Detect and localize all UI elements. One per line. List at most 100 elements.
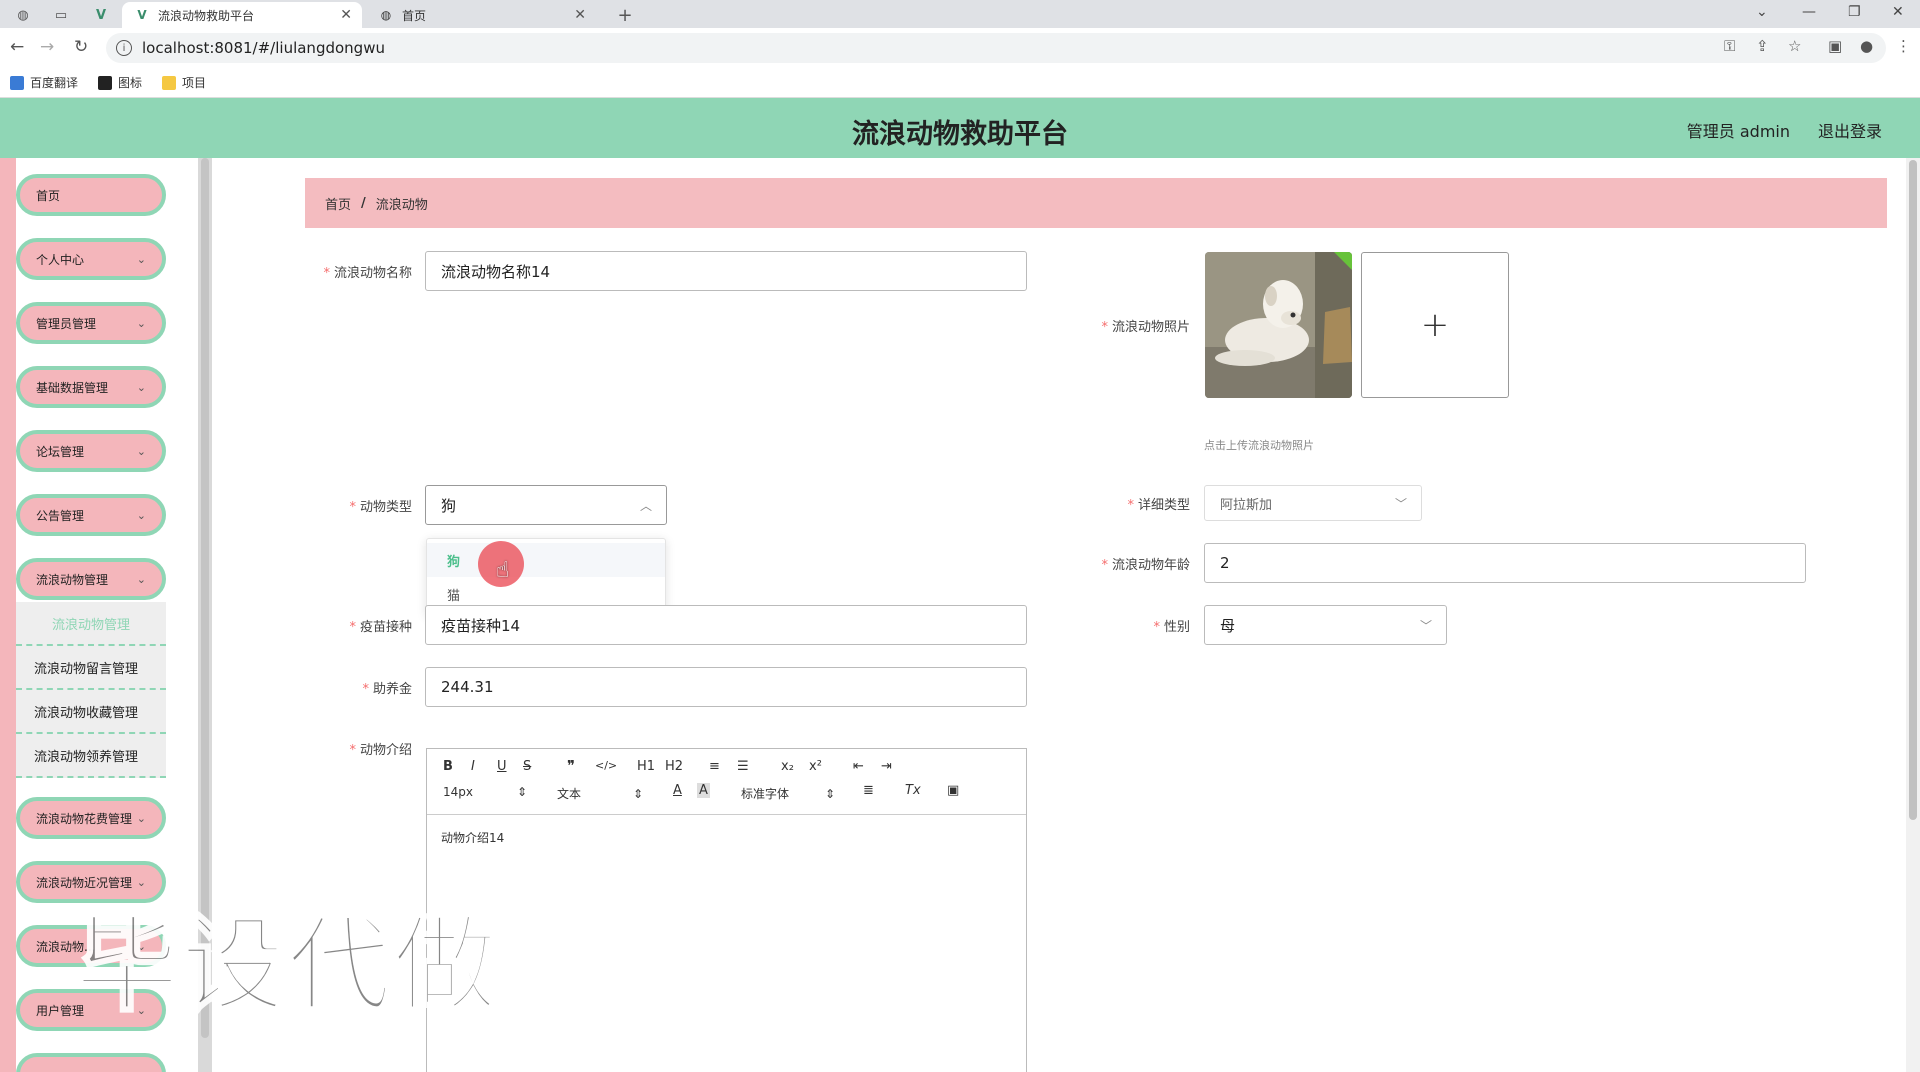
fee-input[interactable]: 244.31 <box>425 667 1027 707</box>
outdent-button[interactable]: ⇤ <box>853 759 864 774</box>
chevron-up-icon: ⌄ <box>136 572 146 586</box>
tab-platform[interactable]: V 流浪动物救助平台 ✕ <box>122 2 362 28</box>
tab-home[interactable]: ◍ 首页 ✕ <box>366 2 596 28</box>
submenu-animal-adoption[interactable]: 流浪动物领养管理 <box>16 734 166 778</box>
font-family-select[interactable]: 标准字体 ⇕ <box>741 785 835 802</box>
type-select[interactable]: 狗 ︿ <box>425 485 667 525</box>
code-button[interactable]: </> <box>595 759 617 772</box>
info-icon[interactable]: i <box>116 40 132 56</box>
new-tab-button[interactable]: + <box>610 4 640 26</box>
bullet-list-button[interactable]: ☰ <box>737 759 749 774</box>
age-input[interactable]: 2 <box>1204 543 1806 583</box>
indent-button[interactable]: ⇥ <box>881 759 892 774</box>
chevron-down-icon: ⌄ <box>136 508 146 522</box>
blockquote-button[interactable]: ❞ <box>567 757 575 775</box>
sidebar-item-notice[interactable]: 公告管理 ⌄ <box>16 494 166 536</box>
type-label: * 动物类型 <box>349 500 412 515</box>
h1-button[interactable]: H1 <box>637 759 655 774</box>
page-scrollbar[interactable] <box>1906 158 1920 1072</box>
address-bar-row: ← → ↻ i localhost:8081/#/liulangdongwu ⚿… <box>0 28 1920 68</box>
chevron-down-icon: ⌄ <box>136 444 146 458</box>
sidebar-item-basedata[interactable]: 基础数据管理 ⌄ <box>16 366 166 408</box>
breadcrumb-home[interactable]: 首页 <box>325 194 351 213</box>
h2-button[interactable]: H2 <box>665 759 683 774</box>
ordered-list-button[interactable]: ≡ <box>709 759 720 774</box>
font-color-button[interactable]: A <box>673 783 682 798</box>
tab-title: 流浪动物救助平台 <box>158 8 255 23</box>
format-select[interactable]: 文本 ⇕ <box>557 785 643 802</box>
italic-button[interactable]: I <box>471 759 475 774</box>
blank-tab-icon[interactable]: ▭ <box>46 4 76 26</box>
sidebar-item-animals[interactable]: 流浪动物管理 ⌄ <box>16 558 166 600</box>
chevron-down-icon: ⌄ <box>136 811 146 825</box>
name-label: * 流浪动物名称 <box>323 266 412 281</box>
sidebar-item-admin[interactable]: 管理员管理 ⌄ <box>16 302 166 344</box>
bookmark-translate[interactable]: 百度翻译 <box>10 74 78 91</box>
reload-icon[interactable]: ↻ <box>74 37 88 57</box>
close-tab-icon[interactable]: ✕ <box>340 7 352 23</box>
clear-format-button[interactable]: Tx <box>905 783 921 798</box>
star-icon[interactable]: ☆ <box>1788 37 1801 55</box>
image-icon <box>98 75 113 90</box>
strike-button[interactable]: S <box>523 759 531 774</box>
url-text: localhost:8081/#/liulangdongwu <box>142 39 385 57</box>
image-icon[interactable]: ▣ <box>947 783 959 798</box>
underline-button[interactable]: U <box>497 759 507 774</box>
scrollbar-thumb[interactable] <box>1909 160 1917 820</box>
globe-icon[interactable]: ◍ <box>8 4 38 26</box>
dog-photo-image <box>1205 252 1352 398</box>
breadcrumb-separator: / <box>361 195 366 211</box>
chevron-down-icon: ⌄ <box>136 380 146 394</box>
share-icon[interactable]: ⇪ <box>1756 37 1769 55</box>
background-color-button[interactable]: A <box>697 783 710 798</box>
breadcrumb-current: 流浪动物 <box>375 197 428 213</box>
intro-editor[interactable]: B I U S ❞ </> H1 H2 ≡ ☰ x₂ x² ⇤ ⇥ 14px ⇕ … <box>426 748 1027 1072</box>
sidebar-item-more[interactable] <box>16 1053 166 1072</box>
bookmark-icons[interactable]: 图标 <box>98 74 142 91</box>
logout-link[interactable]: 退出登录 <box>1818 118 1882 142</box>
forward-icon[interactable]: → <box>40 37 54 57</box>
watermark-text: 毕设代做 <box>73 903 500 1028</box>
upload-photo-button[interactable]: + <box>1361 252 1509 398</box>
close-tab-icon[interactable]: ✕ <box>574 7 586 23</box>
bold-button[interactable]: B <box>443 759 453 774</box>
minimize-icon[interactable]: — <box>1802 4 1816 20</box>
more-icon[interactable]: ⋮ <box>1896 37 1911 55</box>
browser-tab-bar: ◍ ▭ V V 流浪动物救助平台 ✕ ◍ 首页 ✕ + ⌄ — ❐ ✕ <box>0 0 1920 28</box>
type-option-dog[interactable]: 狗 <box>427 543 665 577</box>
sidebar-item-forum[interactable]: 论坛管理 ⌄ <box>16 430 166 472</box>
vue-tab-icon[interactable]: V <box>86 4 116 26</box>
editor-content[interactable]: 动物介绍14 <box>427 815 1026 860</box>
close-window-icon[interactable]: ✕ <box>1892 4 1904 20</box>
align-button[interactable]: ≣ <box>863 783 874 798</box>
submenu-animal-management[interactable]: 流浪动物管理 <box>16 602 166 646</box>
chevron-down-icon: ⌄ <box>136 316 146 330</box>
back-icon[interactable]: ← <box>10 37 24 57</box>
name-input[interactable]: 流浪动物名称14 <box>425 251 1027 291</box>
detail-type-select[interactable]: 阿拉斯加 ﹀ <box>1204 485 1422 521</box>
subscript-button[interactable]: x₂ <box>781 759 794 774</box>
vaccine-input[interactable]: 疫苗接种14 <box>425 605 1027 645</box>
superscript-button[interactable]: x² <box>809 759 822 774</box>
tab-title: 首页 <box>402 8 427 23</box>
animal-photo[interactable] <box>1205 252 1352 398</box>
gender-label: * 性别 <box>1153 620 1190 635</box>
submenu-animal-favorites[interactable]: 流浪动物收藏管理 <box>16 690 166 734</box>
profile-icon[interactable]: ● <box>1860 37 1873 55</box>
sidepanel-icon[interactable]: ▣ <box>1828 37 1842 55</box>
sidebar-item-profile[interactable]: 个人中心 ⌄ <box>16 238 166 280</box>
app-title: 流浪动物救助平台 <box>852 119 1068 150</box>
restore-icon[interactable]: ❐ <box>1848 4 1861 20</box>
key-icon[interactable]: ⚿ <box>1724 37 1735 55</box>
gender-select[interactable]: 母 ﹀ <box>1204 605 1447 645</box>
hand-cursor-icon: ☝ <box>496 558 510 583</box>
sidebar-item-home[interactable]: 首页 <box>16 174 166 216</box>
font-size-select[interactable]: 14px ⇕ <box>443 785 527 799</box>
url-field[interactable]: i localhost:8081/#/liulangdongwu <box>106 33 1886 63</box>
submenu-animal-messages[interactable]: 流浪动物留言管理 <box>16 646 166 690</box>
tab-search-icon[interactable]: ⌄ <box>1756 4 1768 20</box>
bookmark-projects[interactable]: 项目 <box>162 74 206 91</box>
vaccine-label: * 疫苗接种 <box>349 620 412 635</box>
sidebar-item-expenses[interactable]: 流浪动物花费管理 ⌄ <box>16 797 166 839</box>
translate-icon <box>10 75 24 90</box>
